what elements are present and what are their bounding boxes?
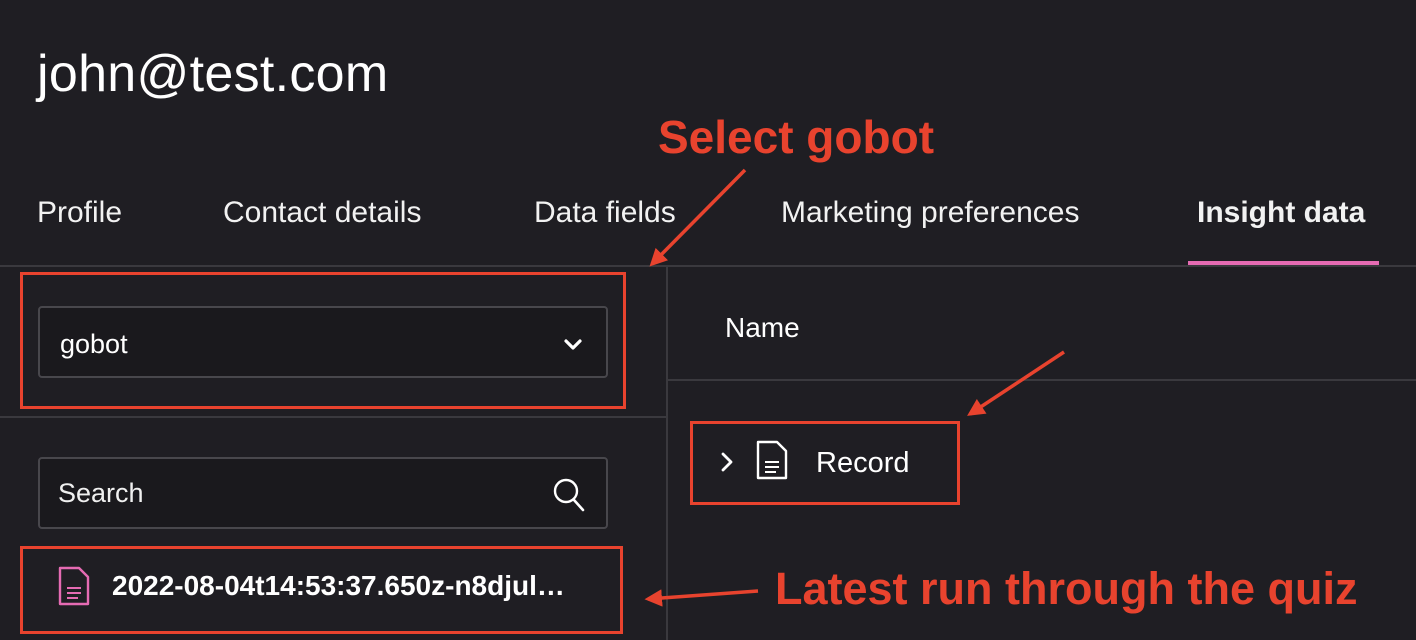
search-icon[interactable] <box>552 477 586 513</box>
annotation-box-record <box>690 421 960 505</box>
search-input[interactable] <box>58 475 538 511</box>
arrow-to-run <box>644 589 759 607</box>
tab-bar: Profile Contact details Data fields Mark… <box>0 190 1416 266</box>
header-row-divider <box>668 379 1416 381</box>
search-box <box>38 457 608 529</box>
page-title: john@test.com <box>37 45 389 103</box>
annotation-latest-run: Latest run through the quiz <box>775 563 1358 614</box>
tab-data-fields[interactable]: Data fields <box>534 190 676 266</box>
arrow-to-record <box>967 350 1065 416</box>
tab-divider <box>0 265 1416 267</box>
tab-profile[interactable]: Profile <box>37 190 122 266</box>
annotation-box-run <box>20 546 623 634</box>
sidebar-divider <box>0 416 666 418</box>
tab-contact-details[interactable]: Contact details <box>223 190 421 266</box>
tab-insight-data[interactable]: Insight data <box>1197 190 1365 266</box>
annotation-select-gobot: Select gobot <box>658 111 935 163</box>
column-header-name: Name <box>725 312 800 343</box>
annotation-box-select <box>20 272 626 409</box>
tab-marketing-preferences[interactable]: Marketing preferences <box>781 190 1079 266</box>
panel-divider <box>666 266 668 640</box>
